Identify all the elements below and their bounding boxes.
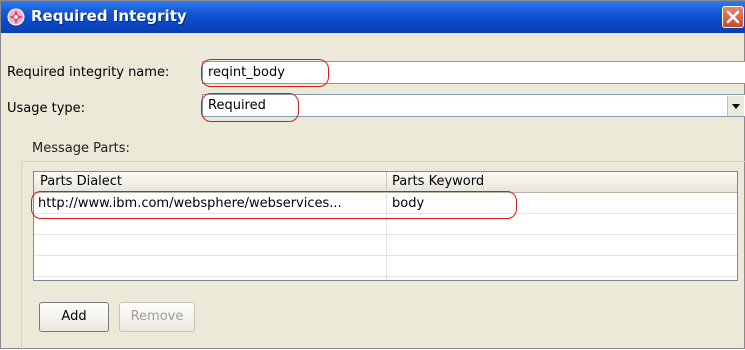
dialog-window: Required Integrity Required integrity na… (0, 0, 745, 350)
close-x-icon (726, 10, 740, 24)
name-value: reqint_body (208, 65, 285, 80)
table-header: Parts Dialect Parts Keyword (34, 172, 737, 193)
integrity-cross-icon (7, 8, 25, 26)
add-button[interactable]: Add (39, 302, 109, 332)
parts-dialect-cell: http://www.ibm.com/websphere/webservices… (38, 196, 342, 211)
usage-value: Required (208, 98, 266, 113)
name-label: Required integrity name: (7, 65, 170, 80)
column-header-parts-keyword[interactable]: Parts Keyword (392, 174, 484, 189)
message-parts-table[interactable]: Parts Dialect Parts Keyword http://www.i… (33, 171, 738, 281)
dropdown-button[interactable] (727, 96, 744, 116)
usage-label: Usage type: (7, 101, 86, 116)
usage-type-select[interactable]: Required (202, 94, 745, 117)
window-title: Required Integrity (31, 7, 187, 25)
title-bar[interactable]: Required Integrity (1, 1, 745, 33)
message-parts-label: Message Parts: (32, 141, 130, 156)
remove-button[interactable]: Remove (119, 302, 195, 332)
close-button[interactable] (722, 6, 744, 28)
name-field[interactable]: reqint_body (202, 61, 745, 84)
parts-keyword-cell: body (392, 196, 425, 211)
column-divider[interactable] (386, 172, 387, 193)
column-grid-line (386, 193, 387, 280)
triangle-down-icon (732, 104, 740, 109)
column-header-parts-dialect[interactable]: Parts Dialect (40, 174, 122, 189)
